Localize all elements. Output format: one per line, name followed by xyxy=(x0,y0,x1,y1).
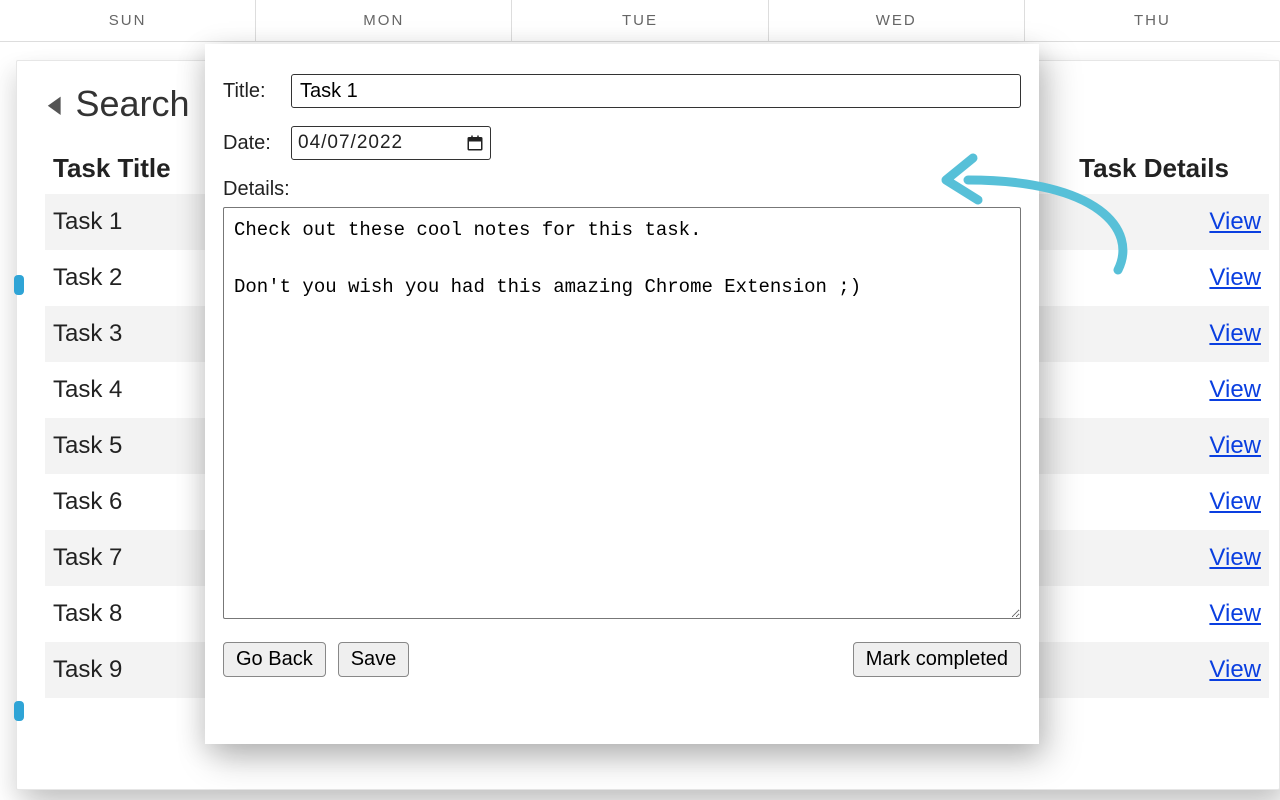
view-link[interactable]: View xyxy=(1209,600,1261,627)
view-link[interactable]: View xyxy=(1209,320,1261,347)
weekday-mon: MON xyxy=(256,0,512,41)
calendar-icon[interactable] xyxy=(466,134,484,152)
view-link[interactable]: View xyxy=(1209,376,1261,403)
details-textarea[interactable] xyxy=(223,207,1021,619)
search-label: Search xyxy=(75,83,189,125)
weekday-tue: TUE xyxy=(512,0,768,41)
task-edit-modal: Title: Date: 04/07/2022 Details: Go Back… xyxy=(205,44,1039,744)
save-button[interactable]: Save xyxy=(338,642,410,677)
details-label: Details: xyxy=(223,178,1021,201)
mark-completed-button[interactable]: Mark completed xyxy=(853,642,1021,677)
date-input[interactable]: 04/07/2022 xyxy=(291,126,491,160)
title-input[interactable] xyxy=(291,74,1021,108)
view-link[interactable]: View xyxy=(1209,544,1261,571)
view-link[interactable]: View xyxy=(1209,488,1261,515)
go-back-button[interactable]: Go Back xyxy=(223,642,326,677)
view-link[interactable]: View xyxy=(1209,208,1261,235)
view-link[interactable]: View xyxy=(1209,656,1261,683)
chevron-left-icon[interactable]: ◀ xyxy=(48,90,61,119)
date-value: 04/07/2022 xyxy=(298,132,466,154)
task-marker xyxy=(14,701,24,721)
task-marker xyxy=(14,275,24,295)
date-label: Date: xyxy=(223,132,279,155)
title-label: Title: xyxy=(223,80,279,103)
weekday-wed: WED xyxy=(769,0,1025,41)
weekday-sun: SUN xyxy=(0,0,256,41)
calendar-weekday-header: SUN MON TUE WED THU xyxy=(0,0,1280,42)
weekday-thu: THU xyxy=(1025,0,1280,41)
view-link[interactable]: View xyxy=(1209,432,1261,459)
view-link[interactable]: View xyxy=(1209,264,1261,291)
